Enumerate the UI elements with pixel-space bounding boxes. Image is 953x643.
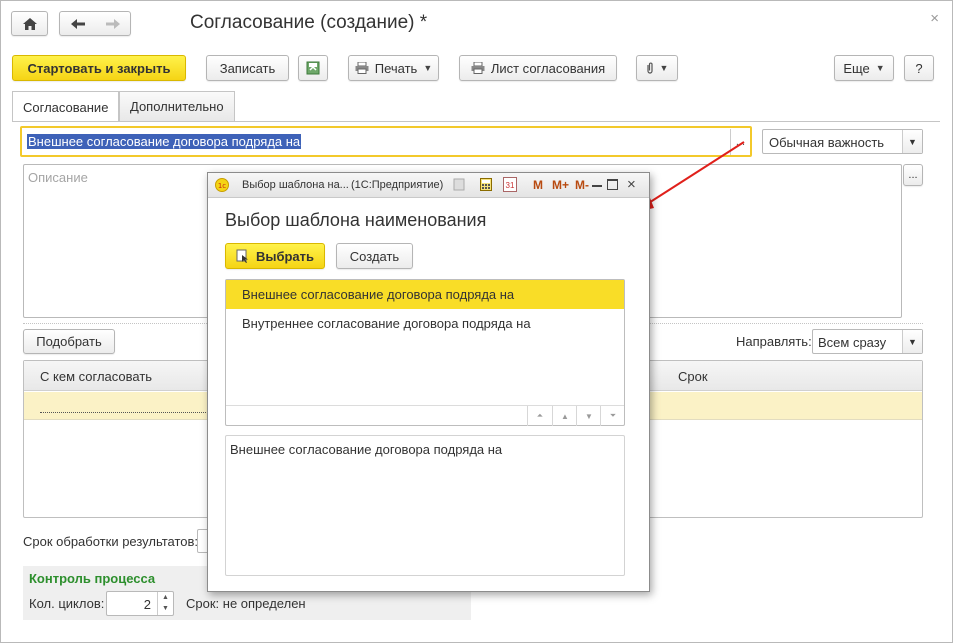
dialog-titlebar: 1c Выбор шаблона на... (1С:Предприятие) … — [208, 173, 649, 198]
start-and-close-button[interactable]: Стартовать и закрыть — [12, 55, 186, 81]
minimize-icon[interactable] — [592, 185, 602, 187]
attachments-button[interactable]: ▼ — [636, 55, 678, 81]
print-label: Печать — [374, 60, 418, 76]
memory-mminus-button[interactable]: M- — [575, 178, 589, 192]
tab-divider — [12, 121, 940, 122]
chevron-down-icon: ▼ — [659, 63, 669, 73]
column-header-approver: С кем согласовать — [40, 369, 153, 384]
tab-additional[interactable]: Дополнительно — [119, 91, 235, 121]
template-preview[interactable]: Внешнее согласование договора подряда на — [225, 435, 625, 576]
stepper-arrows[interactable]: ▲ ▼ — [157, 592, 173, 615]
list-nav-bar: ⏶ ▲ ▼ ⏷ — [226, 405, 625, 426]
history-nav — [59, 11, 131, 36]
tab-approval[interactable]: Согласование — [12, 91, 120, 122]
cycles-stepper[interactable]: 2 ▲ ▼ — [106, 591, 174, 616]
save-icon-button[interactable] — [298, 55, 328, 81]
description-placeholder: Описание — [28, 170, 88, 185]
calendar-icon[interactable]: 31 — [503, 177, 517, 192]
dialog-titlebar-app: (1С:Предприятие) — [351, 179, 444, 191]
select-label: Выбрать — [255, 248, 315, 264]
memory-mplus-button[interactable]: M+ — [552, 178, 569, 192]
forward-arrow-icon[interactable] — [105, 18, 121, 30]
app-logo-icon: 1c — [215, 178, 229, 192]
chevron-down-icon[interactable]: ▼ — [902, 130, 922, 153]
chevron-down-icon: ▼ — [875, 63, 885, 73]
importance-select[interactable]: Обычная важность ▼ — [762, 129, 923, 154]
paperclip-icon — [646, 61, 654, 75]
more-button[interactable]: Еще ▼ — [834, 55, 894, 81]
calculator-icon[interactable] — [480, 178, 492, 191]
row-focus-line — [40, 412, 210, 413]
name-field-value: Внешнее согласование договора подряда на — [27, 134, 302, 149]
dialog-heading: Выбор шаблона наименования — [225, 210, 487, 230]
move-first-icon[interactable]: ⏶ — [527, 406, 552, 426]
send-label: Направлять: — [736, 334, 812, 349]
help-button[interactable]: ? — [904, 55, 934, 81]
list-item-label: Внешнее согласование договора подряда на — [242, 287, 515, 302]
list-item[interactable]: Внешнее согласование договора подряда на — [226, 280, 624, 309]
home-button[interactable] — [11, 11, 48, 36]
close-icon[interactable]: × — [627, 176, 636, 193]
move-last-icon[interactable]: ⏷ — [600, 406, 625, 426]
chevron-down-icon[interactable]: ▼ — [902, 330, 922, 353]
template-preview-text: Внешнее согласование договора подряда на — [230, 442, 503, 457]
back-arrow-icon[interactable] — [70, 18, 86, 30]
cycles-label: Кол. циклов: — [29, 596, 105, 611]
send-select[interactable]: Всем сразу ▼ — [812, 329, 923, 354]
chevron-down-icon: ▼ — [423, 63, 433, 73]
move-down-icon[interactable]: ▼ — [576, 406, 601, 426]
more-label: Еще — [843, 60, 870, 76]
deadline-text: Срок: не определен — [186, 596, 306, 611]
printer-icon — [471, 62, 485, 74]
home-icon — [22, 17, 38, 31]
processing-label: Срок обработки результатов: — [23, 534, 199, 549]
svg-text:1c: 1c — [218, 182, 226, 190]
column-header-deadline: Срок — [678, 369, 708, 384]
process-control-title: Контроль процесса — [29, 571, 156, 586]
save-button[interactable]: Записать — [206, 55, 289, 81]
list-item[interactable]: Внутреннее согласование договора подряда… — [226, 309, 624, 338]
move-up-icon[interactable]: ▲ — [552, 406, 577, 426]
description-expand-button[interactable]: ... — [903, 164, 923, 186]
list-item-label: Внутреннее согласование договора подряда… — [242, 316, 531, 331]
dialog-titlebar-text: Выбор шаблона на... — [242, 179, 349, 191]
save-icon — [453, 178, 465, 191]
template-selection-dialog: 1c Выбор шаблона на... (1С:Предприятие) … — [207, 172, 650, 592]
save-icon — [306, 61, 320, 75]
template-list: Внешнее согласование договора подряда на… — [225, 279, 625, 426]
print-button[interactable]: Печать ▼ — [348, 55, 439, 81]
close-icon[interactable]: × — [930, 10, 939, 27]
create-button[interactable]: Создать — [336, 243, 413, 269]
approval-sheet-button[interactable]: Лист согласования — [459, 55, 617, 81]
window-title: Согласование (создание) * — [190, 12, 428, 33]
send-value: Всем сразу — [818, 335, 887, 350]
cycles-value: 2 — [143, 597, 151, 612]
pick-button[interactable]: Подобрать — [23, 329, 115, 354]
select-button[interactable]: Выбрать — [225, 243, 325, 269]
memory-m-button[interactable]: M — [533, 178, 543, 192]
printer-icon — [355, 62, 369, 74]
approval-sheet-label: Лист согласования — [490, 60, 606, 76]
importance-value: Обычная важность — [769, 135, 885, 150]
maximize-icon[interactable] — [607, 179, 618, 190]
select-icon — [236, 249, 250, 263]
